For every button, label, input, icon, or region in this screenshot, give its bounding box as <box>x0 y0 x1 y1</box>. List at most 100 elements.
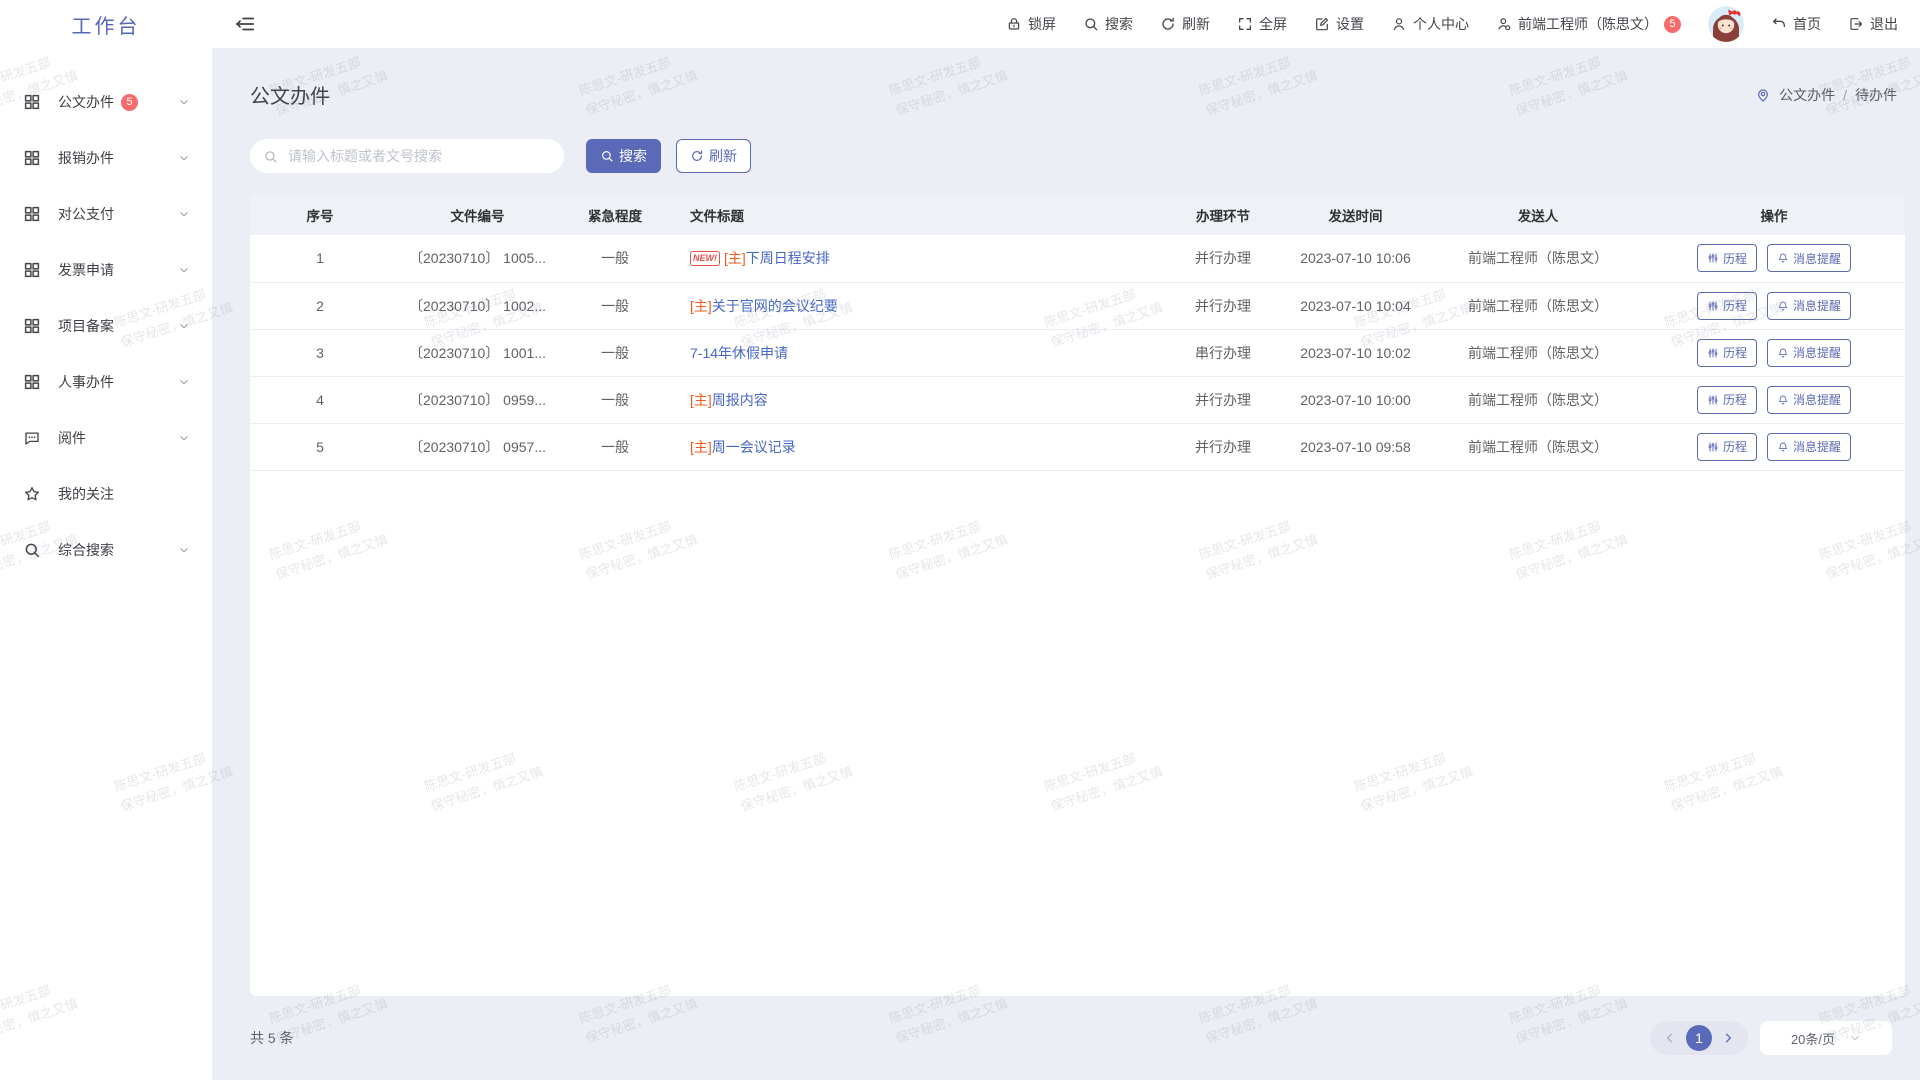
topbar-search-button[interactable]: 搜索 <box>1083 14 1133 34</box>
history-button[interactable]: 历程 <box>1697 292 1757 320</box>
current-page-button[interactable]: 1 <box>1686 1025 1712 1051</box>
sidebar-item-label: 项目备案 <box>58 316 114 336</box>
profile-icon <box>1391 16 1407 32</box>
content-area: 公文办件 公文办件 / 待办件 搜索 <box>212 48 1920 1080</box>
column-header: 发送时间 <box>1278 195 1433 235</box>
breadcrumb-separator: / <box>1843 87 1847 103</box>
search-button[interactable]: 搜索 <box>586 139 661 173</box>
sidebar-item-2[interactable]: 报销办件 <box>0 130 212 186</box>
prev-page-button[interactable] <box>1659 1031 1681 1045</box>
topbar-action-label: 锁屏 <box>1028 14 1056 34</box>
sidebar-item-label: 对公支付 <box>58 204 114 224</box>
search-icon <box>1083 16 1099 32</box>
cell-send-time: 2023-07-10 10:02 <box>1278 329 1433 376</box>
document-table: 序号文件编号紧急程度文件标题办理环节发送时间发送人操作 1〔20230710〕 … <box>250 195 1905 471</box>
main-doc-tag: [主] <box>690 439 712 455</box>
cell-urgency: 一般 <box>565 329 665 376</box>
topbar-actions: 锁屏 搜索 刷新 全屏 设置 个人中心 前端工程师（陈思文）5 首页 退出 <box>1006 6 1898 42</box>
cell-index: 2 <box>250 282 390 329</box>
topbar-fullscreen-button[interactable]: 全屏 <box>1237 14 1287 34</box>
cell-sender: 前端工程师（陈思文） <box>1433 423 1643 470</box>
user-menu[interactable]: 前端工程师（陈思文）5 <box>1496 14 1681 34</box>
grid-icon <box>23 93 41 111</box>
search-icon <box>23 541 41 559</box>
topbar-logout-button[interactable]: 退出 <box>1848 14 1898 34</box>
topbar-settings-button[interactable]: 设置 <box>1314 14 1364 34</box>
sidebar-item-3[interactable]: 对公支付 <box>0 186 212 242</box>
user-avatar[interactable] <box>1708 6 1744 42</box>
search-icon <box>263 149 278 164</box>
history-button[interactable]: 历程 <box>1697 244 1757 272</box>
notify-button[interactable]: 消息提醒 <box>1767 339 1851 367</box>
topbar-action-label: 刷新 <box>1182 14 1210 34</box>
cell-urgency: 一般 <box>565 235 665 282</box>
chevron-down-icon <box>178 320 190 332</box>
table-header-row: 序号文件编号紧急程度文件标题办理环节发送时间发送人操作 <box>250 195 1905 235</box>
notify-button[interactable]: 消息提醒 <box>1767 292 1851 320</box>
search-input[interactable] <box>286 147 551 165</box>
document-title-link[interactable]: 下周日程安排 <box>746 250 830 266</box>
breadcrumb-section[interactable]: 公文办件 <box>1779 85 1835 105</box>
document-table-card: 序号文件编号紧急程度文件标题办理环节发送时间发送人操作 1〔20230710〕 … <box>250 195 1905 996</box>
sidebar-item-6[interactable]: 人事办件 <box>0 354 212 410</box>
notify-button-label: 消息提醒 <box>1793 438 1841 455</box>
cell-actions: 历程 消息提醒 <box>1643 423 1905 470</box>
chat-icon <box>23 429 41 447</box>
history-button[interactable]: 历程 <box>1697 339 1757 367</box>
notification-badge: 5 <box>121 94 138 111</box>
grid-icon <box>23 261 41 279</box>
notify-button[interactable]: 消息提醒 <box>1767 386 1851 414</box>
sidebar-item-9[interactable]: 综合搜索 <box>0 522 212 578</box>
next-page-button[interactable] <box>1717 1031 1739 1045</box>
sidebar-item-7[interactable]: 阅件 <box>0 410 212 466</box>
sidebar-item-4[interactable]: 发票申请 <box>0 242 212 298</box>
refresh-icon <box>1160 16 1176 32</box>
document-title-link[interactable]: 7-14年休假申请 <box>690 345 788 361</box>
sidebar-item-label: 我的关注 <box>58 484 114 504</box>
cell-actions: 历程 消息提醒 <box>1643 235 1905 282</box>
document-title-link[interactable]: 关于官网的会议纪要 <box>712 298 838 314</box>
cell-doc-number: 〔20230710〕 0957... <box>390 423 565 470</box>
table-row: 1〔20230710〕 1005...一般NEW![主]下周日程安排并行办理20… <box>250 235 1905 282</box>
cell-urgency: 一般 <box>565 282 665 329</box>
history-button-label: 历程 <box>1723 250 1747 267</box>
topbar-action-label: 设置 <box>1336 14 1364 34</box>
topbar-action-label: 个人中心 <box>1413 14 1469 34</box>
page-size-select[interactable]: 20条/页 <box>1760 1021 1892 1055</box>
cell-step: 并行办理 <box>1168 423 1278 470</box>
refresh-button[interactable]: 刷新 <box>676 139 751 173</box>
sidebar-item-8[interactable]: 我的关注 <box>0 466 212 522</box>
topbar-home-button[interactable]: 首页 <box>1771 14 1821 34</box>
document-title-link[interactable]: 周报内容 <box>712 392 768 408</box>
cell-urgency: 一般 <box>565 423 665 470</box>
notify-button[interactable]: 消息提醒 <box>1767 433 1851 461</box>
topbar-lock-button[interactable]: 锁屏 <box>1006 14 1056 34</box>
breadcrumb-current: 待办件 <box>1855 85 1897 105</box>
notify-button[interactable]: 消息提醒 <box>1767 244 1851 272</box>
settings-icon <box>1314 16 1330 32</box>
notify-button-label: 消息提醒 <box>1793 297 1841 314</box>
lock-icon <box>1006 16 1022 32</box>
table-row: 2〔20230710〕 1002...一般[主]关于官网的会议纪要并行办理202… <box>250 282 1905 329</box>
topbar-profile-button[interactable]: 个人中心 <box>1391 14 1469 34</box>
cell-sender: 前端工程师（陈思文） <box>1433 282 1643 329</box>
table-row: 5〔20230710〕 0957...一般 [主]周一会议记录 并行办理2023-0… <box>250 423 1905 470</box>
sidebar-item-1[interactable]: 公文办件5 <box>0 74 212 130</box>
page-size-value: 20条/页 <box>1791 1029 1835 1048</box>
collapse-sidebar-icon[interactable] <box>234 13 256 35</box>
history-button[interactable]: 历程 <box>1697 433 1757 461</box>
cell-title: 7-14年休假申请 <box>665 329 1168 376</box>
cell-send-time: 2023-07-10 09:58 <box>1278 423 1433 470</box>
sidebar-item-5[interactable]: 项目备案 <box>0 298 212 354</box>
chevron-down-icon <box>178 264 190 276</box>
cell-index: 1 <box>250 235 390 282</box>
user-name: 前端工程师（陈思文） <box>1518 14 1658 34</box>
refresh-icon <box>690 149 704 163</box>
history-button[interactable]: 历程 <box>1697 386 1757 414</box>
topbar-action-label: 全屏 <box>1259 14 1287 34</box>
sliders-icon <box>1707 300 1719 312</box>
topbar-refresh-button[interactable]: 刷新 <box>1160 14 1210 34</box>
breadcrumb: 公文办件 / 待办件 <box>1755 85 1905 105</box>
document-title-link[interactable]: 周一会议记录 <box>712 439 796 455</box>
cell-index: 5 <box>250 423 390 470</box>
